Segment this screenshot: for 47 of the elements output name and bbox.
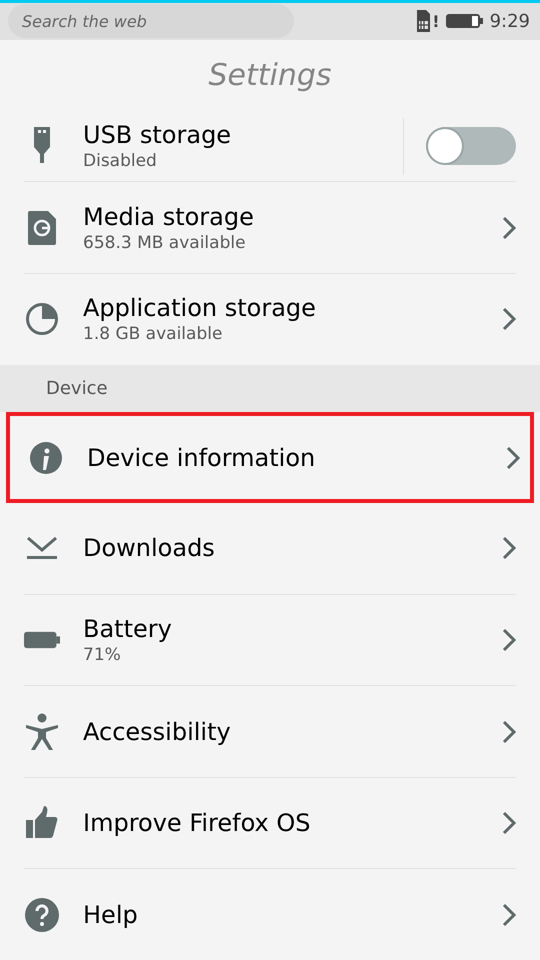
row-title: Improve Firefox OS — [83, 808, 312, 838]
toggle-switch[interactable] — [426, 127, 516, 166]
row-title: USB storage — [83, 120, 232, 150]
row-subtitle: 658.3 MB available — [83, 232, 247, 254]
sd-card-icon — [28, 210, 56, 245]
sim-warning-text: ! — [432, 12, 440, 31]
battery-status-icon — [446, 13, 484, 30]
pie-chart-icon — [25, 302, 59, 336]
chevron-icon — [502, 902, 516, 927]
usb-plug-icon — [31, 127, 53, 166]
person-icon — [25, 712, 59, 751]
thumbs-up-icon — [26, 806, 58, 840]
page-title: Settings — [207, 57, 333, 96]
row-title: Downloads — [83, 533, 216, 564]
settings-row[interactable]: Downloads — [0, 502, 540, 594]
settings-row[interactable]: Help — [0, 869, 540, 960]
row-title: Accessibility — [83, 716, 232, 747]
chevron-icon — [502, 720, 516, 744]
row-title: Application storage — [83, 293, 317, 324]
row-title: Media storage — [83, 202, 255, 232]
row-title: Device information — [87, 442, 316, 473]
battery-icon — [24, 630, 60, 650]
chevron-icon — [502, 811, 516, 836]
chevron-icon — [502, 216, 516, 240]
search-field[interactable]: Search the web — [8, 4, 294, 38]
chevron-icon — [502, 307, 516, 332]
settings-row[interactable]: Battery 71% — [0, 594, 540, 686]
sim-card-icon — [417, 10, 430, 32]
clock-time: 9:29 — [490, 10, 530, 32]
settings-row[interactable]: Media storage 658.3 MB available — [0, 182, 540, 273]
settings-row[interactable]: USB storage Disabled — [0, 112, 540, 182]
chevron-icon — [502, 628, 516, 652]
chevron-icon — [502, 536, 516, 560]
row-subtitle: 71% — [83, 644, 122, 666]
chevron-icon — [506, 446, 520, 470]
help-icon — [25, 898, 59, 932]
row-subtitle: Disabled — [83, 150, 158, 172]
download-icon — [25, 536, 59, 560]
info-icon — [30, 442, 62, 474]
row-title: Battery — [83, 614, 173, 644]
highlighted-settings-row[interactable]: Device information — [6, 412, 534, 503]
settings-row[interactable]: Application storage 1.8 GB available — [0, 274, 540, 364]
section-heading: Device — [46, 378, 108, 399]
settings-row[interactable]: Improve Firefox OS — [0, 778, 540, 868]
settings-row[interactable]: Accessibility — [0, 686, 540, 777]
row-title: Help — [83, 900, 139, 930]
row-subtitle: 1.8 GB available — [83, 323, 224, 346]
